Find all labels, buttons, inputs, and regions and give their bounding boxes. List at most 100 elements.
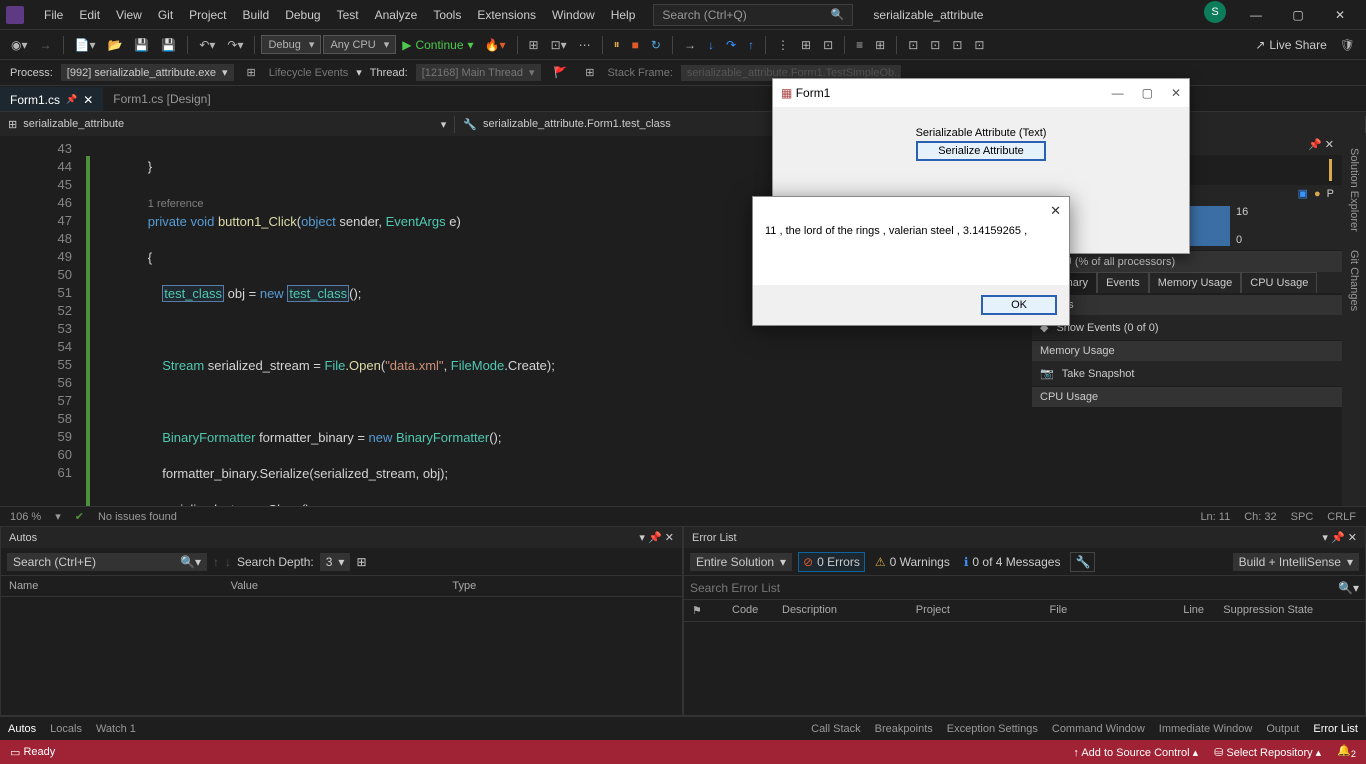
- serialize-button[interactable]: Serialize Attribute: [916, 141, 1046, 161]
- lifecycle-icon[interactable]: ⊞: [242, 63, 261, 82]
- diag-tab-events[interactable]: Events: [1097, 272, 1149, 293]
- user-avatar[interactable]: S: [1204, 1, 1226, 23]
- live-share-button[interactable]: ↗Live Share: [1249, 36, 1332, 54]
- col-project[interactable]: Project: [916, 604, 1050, 617]
- pause-icon[interactable]: ⏸: [609, 34, 625, 55]
- forward-button[interactable]: →: [35, 35, 57, 55]
- tab-form1-design[interactable]: Form1.cs [Design]: [103, 88, 220, 110]
- dropdown-icon[interactable]: ▾: [1322, 532, 1328, 544]
- hot-reload-icon[interactable]: 🔥▾: [480, 35, 511, 55]
- col-code[interactable]: Code: [732, 604, 782, 617]
- tool-icon-5[interactable]: ⊞: [796, 35, 816, 55]
- errors-filter[interactable]: ⊘0 Errors: [798, 552, 865, 572]
- menu-git[interactable]: Git: [150, 4, 181, 26]
- tab-callstack[interactable]: Call Stack: [811, 723, 861, 735]
- notifications[interactable]: 🔔2: [1337, 744, 1356, 759]
- search-error-placeholder[interactable]: Search Error List: [690, 581, 780, 595]
- autos-search[interactable]: Search (Ctrl+E)🔍▾: [7, 553, 207, 571]
- tab-command[interactable]: Command Window: [1052, 723, 1145, 735]
- save-icon[interactable]: 💾: [129, 35, 154, 55]
- thread-icon[interactable]: ⊞: [580, 63, 599, 82]
- tool-icon-4[interactable]: ⋮: [772, 35, 794, 55]
- col-desc[interactable]: Description: [782, 604, 916, 617]
- step-out-icon[interactable]: ↑: [743, 35, 759, 55]
- messages-filter[interactable]: ℹ0 of 4 Messages: [960, 553, 1065, 571]
- continue-button[interactable]: ▶Continue▾: [398, 36, 477, 54]
- depth-dropdown[interactable]: 3▾: [320, 553, 351, 571]
- menu-extensions[interactable]: Extensions: [469, 4, 544, 26]
- redo-icon[interactable]: ↷▾: [222, 35, 248, 55]
- tab-output[interactable]: Output: [1266, 723, 1299, 735]
- nav-project[interactable]: ⊞ serializable_attribute▾: [0, 116, 455, 133]
- step-into-icon[interactable]: ↓: [703, 35, 719, 55]
- minimize-button[interactable]: —: [1236, 1, 1276, 29]
- solution-explorer-tab[interactable]: Solution Explorer: [1346, 144, 1362, 236]
- tool-icon-6[interactable]: ⊡: [818, 35, 838, 55]
- col-file[interactable]: File: [1050, 604, 1184, 617]
- admin-icon[interactable]: 🛡: [1335, 35, 1360, 55]
- tab-locals[interactable]: Locals: [50, 723, 82, 735]
- close-button[interactable]: ✕: [1320, 1, 1360, 29]
- warnings-filter[interactable]: ⚠0 Warnings: [871, 553, 954, 571]
- process-dropdown[interactable]: [992] serializable_attribute.exe▾: [61, 64, 234, 81]
- form1-maximize[interactable]: ▢: [1142, 86, 1153, 100]
- menu-tools[interactable]: Tools: [425, 4, 469, 26]
- git-changes-tab[interactable]: Git Changes: [1346, 246, 1362, 315]
- step-over-icon[interactable]: ↷: [721, 35, 741, 55]
- add-source-control[interactable]: ↑ Add to Source Control ▴: [1073, 746, 1198, 759]
- tab-exception[interactable]: Exception Settings: [947, 723, 1038, 735]
- config-dropdown[interactable]: Debug▾: [261, 35, 321, 54]
- menu-build[interactable]: Build: [235, 4, 278, 26]
- menu-edit[interactable]: Edit: [71, 4, 108, 26]
- menu-help[interactable]: Help: [603, 4, 644, 26]
- restart-icon[interactable]: ↻: [646, 35, 666, 55]
- menu-debug[interactable]: Debug: [277, 4, 328, 26]
- menu-project[interactable]: Project: [181, 4, 234, 26]
- tab-autos[interactable]: Autos: [8, 723, 36, 735]
- col-name[interactable]: Name: [9, 580, 231, 592]
- tool-icon-2[interactable]: ⊡▾: [546, 35, 572, 55]
- show-events-link[interactable]: ◆ Show Events (0 of 0): [1032, 315, 1342, 340]
- tool-icon-8[interactable]: ⊞: [870, 35, 890, 55]
- undo-icon[interactable]: ↶▾: [194, 35, 220, 55]
- flag-icon[interactable]: 🚩: [549, 63, 573, 82]
- back-button[interactable]: ◉▾: [6, 35, 33, 55]
- step-icon-1[interactable]: →: [679, 35, 701, 55]
- tool-icon-1[interactable]: ⊞: [524, 35, 544, 55]
- pin-icon[interactable]: 📌: [648, 532, 662, 544]
- tool-icon-11[interactable]: ⊡: [947, 35, 967, 55]
- tab-errorlist[interactable]: Error List: [1313, 723, 1358, 735]
- col-type[interactable]: Type: [452, 580, 674, 592]
- tool-icon-3[interactable]: ⋯: [574, 35, 596, 55]
- col-icon[interactable]: ⚑: [692, 604, 732, 617]
- save-all-icon[interactable]: 💾: [156, 35, 181, 55]
- new-item-icon[interactable]: 📄▾: [70, 35, 101, 55]
- menu-window[interactable]: Window: [544, 4, 603, 26]
- close-icon[interactable]: ✕: [665, 532, 674, 544]
- close-icon[interactable]: ✕: [1348, 532, 1357, 544]
- search-box[interactable]: Search (Ctrl+Q) 🔍: [653, 4, 853, 26]
- tool-icon-12[interactable]: ⊡: [969, 35, 989, 55]
- maximize-button[interactable]: ▢: [1278, 1, 1318, 29]
- col-line[interactable]: Line: [1183, 604, 1223, 617]
- tab-breakpoints[interactable]: Breakpoints: [875, 723, 933, 735]
- menu-file[interactable]: File: [36, 4, 71, 26]
- scope-dropdown[interactable]: Entire Solution ▾: [690, 553, 792, 571]
- nav-down-icon[interactable]: ↓: [225, 555, 231, 569]
- diag-tab-cpu[interactable]: CPU Usage: [1241, 272, 1317, 293]
- tool-icon-9[interactable]: ⊡: [903, 35, 923, 55]
- menu-view[interactable]: View: [108, 4, 150, 26]
- diag-tab-memory[interactable]: Memory Usage: [1149, 272, 1242, 293]
- menu-analyze[interactable]: Analyze: [367, 4, 426, 26]
- nav-up-icon[interactable]: ↑: [213, 555, 219, 569]
- form1-minimize[interactable]: —: [1112, 86, 1124, 100]
- pin-icon[interactable]: 📌: [66, 94, 77, 105]
- stop-icon[interactable]: ■: [627, 35, 644, 55]
- zoom-level[interactable]: 106 %: [10, 511, 41, 523]
- msgbox-ok-button[interactable]: OK: [981, 295, 1057, 315]
- open-icon[interactable]: 📂: [102, 35, 127, 55]
- menu-test[interactable]: Test: [329, 4, 367, 26]
- form1-close[interactable]: ✕: [1171, 86, 1181, 100]
- col-suppression[interactable]: Suppression State: [1223, 604, 1357, 617]
- select-repo[interactable]: ⛁ Select Repository ▴: [1214, 746, 1321, 759]
